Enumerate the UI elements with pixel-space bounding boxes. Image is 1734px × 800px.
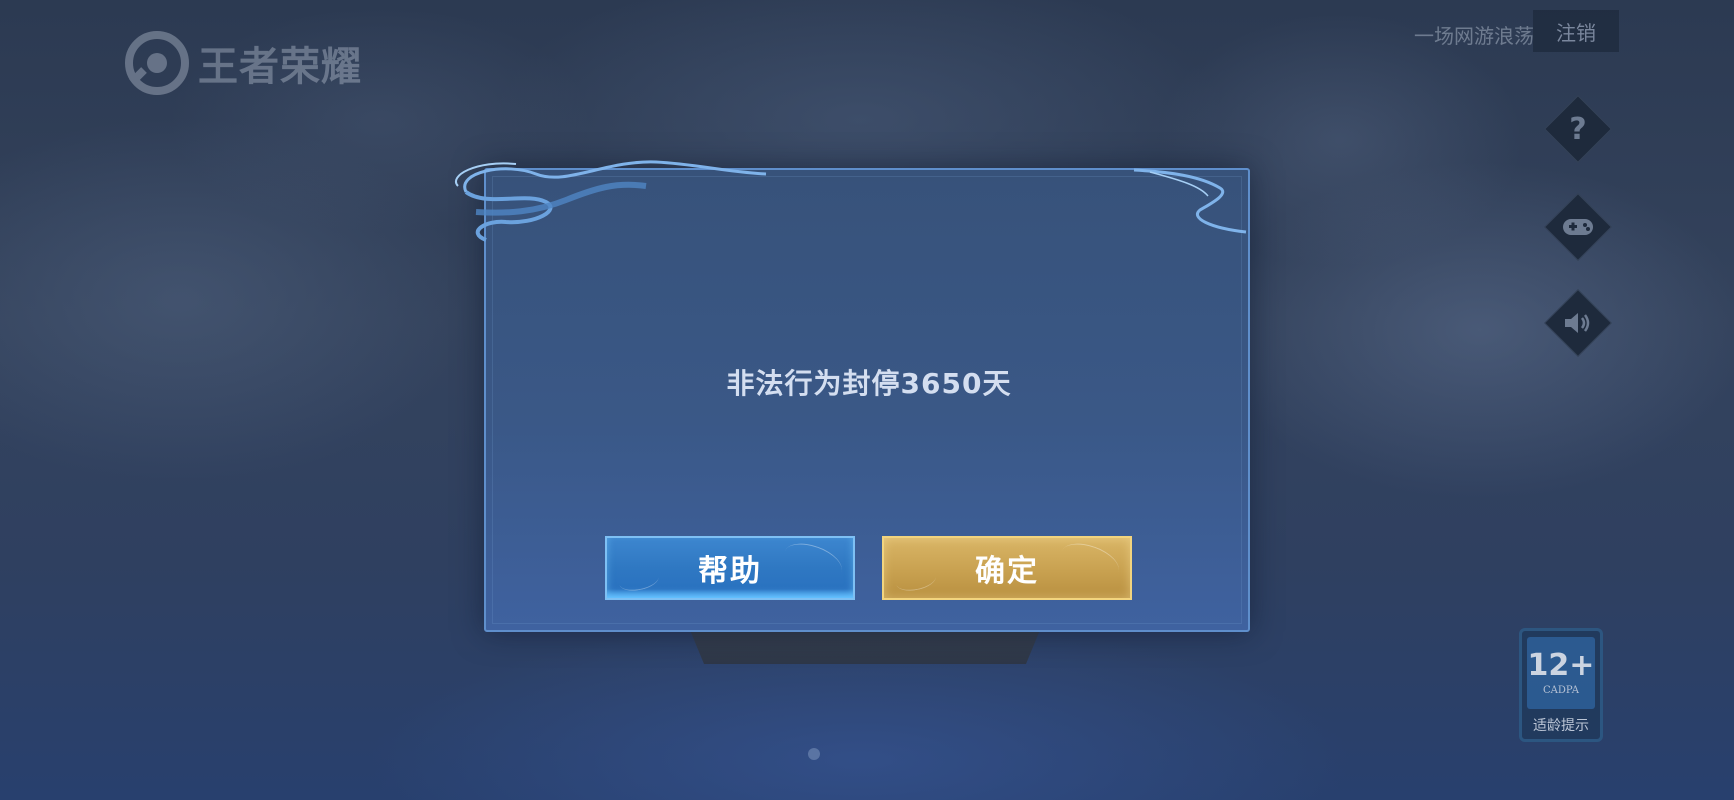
logout-button[interactable]: 注销 bbox=[1533, 10, 1619, 52]
cloud-ornament-right bbox=[1133, 168, 1247, 234]
gamepad-side-button[interactable] bbox=[1544, 193, 1612, 261]
age-rating-org: CADPA bbox=[1543, 684, 1579, 696]
button-decoration bbox=[1056, 536, 1124, 587]
sound-side-button[interactable] bbox=[1544, 289, 1612, 357]
question-icon: ? bbox=[1569, 111, 1587, 147]
page-indicator-dot bbox=[808, 748, 820, 760]
ban-message: 非法行为封停3650天 bbox=[726, 367, 1012, 400]
help-button[interactable]: 帮助 bbox=[605, 536, 855, 600]
button-decoration bbox=[894, 567, 938, 594]
button-decoration bbox=[779, 536, 847, 587]
age-rating-badge: 12+ CADPA 适龄提示 bbox=[1519, 628, 1603, 742]
game-logo-icon bbox=[125, 31, 189, 95]
account-name: 一场网游浪荡 bbox=[1414, 24, 1534, 48]
confirm-button-label: 确定 bbox=[975, 554, 1039, 589]
game-logo-text: 王者荣耀 bbox=[198, 44, 362, 90]
help-button-label: 帮助 bbox=[698, 554, 762, 589]
age-rating-label: 适龄提示 bbox=[1533, 718, 1589, 734]
game-logo: 王者荣耀 bbox=[124, 30, 362, 96]
age-rating-number: 12+ bbox=[1527, 647, 1595, 683]
speaker-icon bbox=[1565, 313, 1590, 333]
age-rating-box: 12+ CADPA bbox=[1527, 637, 1595, 709]
confirm-button[interactable]: 确定 bbox=[882, 536, 1132, 600]
cloud-ornament-left bbox=[455, 160, 767, 242]
button-decoration bbox=[617, 567, 661, 594]
help-side-button[interactable]: ? bbox=[1544, 95, 1612, 163]
gamepad-icon bbox=[1563, 219, 1593, 235]
background-panel-tab bbox=[690, 630, 1040, 664]
